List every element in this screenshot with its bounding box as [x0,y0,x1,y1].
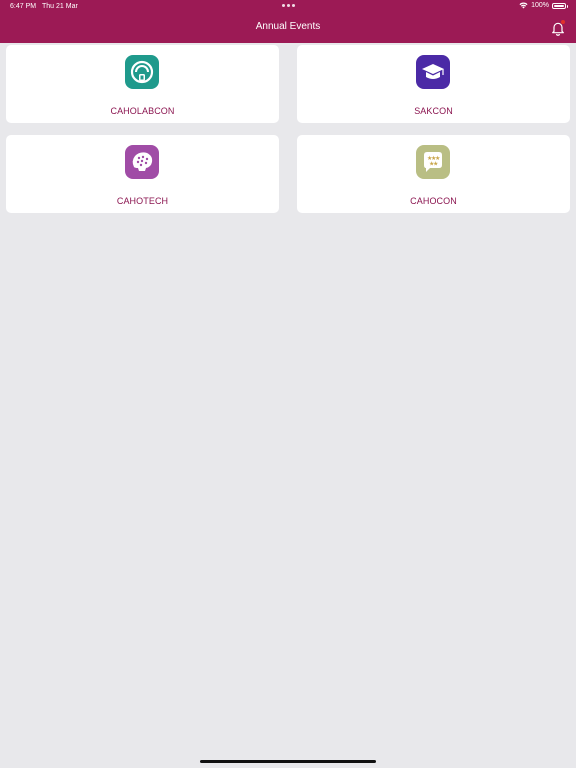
event-card-sakcon[interactable]: SAKCON [297,45,570,123]
wifi-icon [519,2,528,9]
status-indicators: 100% [519,2,568,9]
svg-text:★: ★ [433,161,438,168]
status-time: 6:47 PM [10,3,37,10]
event-label: CAHOCON [410,196,457,206]
brain-icon [125,145,159,179]
lab-helmet-icon [125,55,159,89]
event-label: CAHOTECH [116,196,169,206]
event-label: SAKCON [414,106,453,116]
status-date: Thu 21 Mar [42,3,78,10]
battery-percentage: 100% [531,2,549,9]
notifications-button[interactable] [550,20,566,36]
event-label: CAHOLABCON [110,106,175,116]
battery-icon [552,2,568,9]
dot-icon [291,4,295,7]
event-card-cahotech[interactable]: CAHOTECH [6,135,279,213]
battery-fill [554,4,564,7]
page-title: Annual Events [255,21,321,32]
event-card-caholabcon[interactable]: CAHOLABCON [6,45,279,123]
multitasking-handle[interactable] [280,4,296,8]
star-chat-icon: ★ ★ ★ ★ ★ [416,145,450,179]
notification-badge [561,20,565,24]
app-header: 6:47 PM Thu 21 Mar 100% Annual Events [0,0,576,43]
dot-icon [281,4,285,7]
event-card-cahocon[interactable]: ★ ★ ★ ★ ★ CAHOCON [297,135,570,213]
dot-icon [286,4,290,7]
home-indicator[interactable] [200,760,376,763]
graduation-cap-icon [416,55,450,89]
